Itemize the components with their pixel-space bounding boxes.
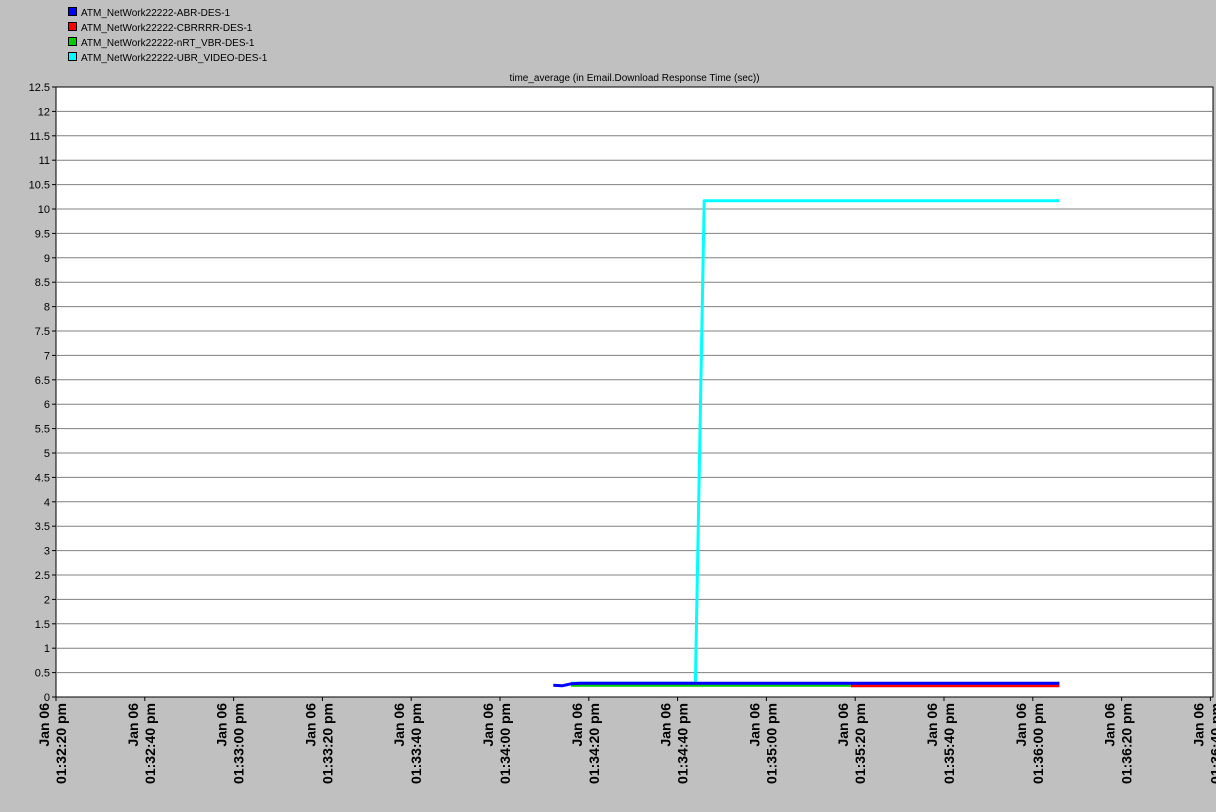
x-tick-label: Jan 06 01:35:20 pm <box>835 703 868 784</box>
x-tick-date: Jan 06 <box>391 703 407 747</box>
x-tick-time: 01:34:20 pm <box>586 703 602 784</box>
y-tick-label: 5.5 <box>35 424 50 436</box>
x-tick-date: Jan 06 <box>36 703 52 747</box>
x-tick-label: Jan 0601:36:40 pm <box>1190 703 1216 784</box>
x-tick-time: 01:35:00 pm <box>763 703 779 784</box>
x-tick-label: Jan 06 01:33:40 pm <box>391 703 424 784</box>
y-tick-label: 4.5 <box>35 472 50 484</box>
x-tick-label: Jan 06 01:34:40 pm <box>658 703 691 784</box>
y-tick-label: 1 <box>44 643 50 655</box>
y-tick-label: 3 <box>44 546 50 558</box>
x-tick-date: Jan 06 <box>480 703 496 747</box>
chart-title: time_average (in Email.Download Response… <box>509 73 759 84</box>
y-tick-label: 12.5 <box>29 82 50 94</box>
y-tick-label: 9.5 <box>35 228 50 240</box>
y-tick-label: 10.5 <box>29 180 50 192</box>
y-tick-label: 9 <box>44 253 50 265</box>
x-tick-time: 01:32:40 pm <box>142 703 158 784</box>
y-tick-label: 3.5 <box>35 521 50 533</box>
y-tick-label: 2 <box>44 594 50 606</box>
x-tick-date: Jan 06 <box>1190 703 1206 747</box>
x-tick-date: Jan 06 <box>214 703 230 747</box>
chart: time_average (in Email.Download Response… <box>29 73 1216 784</box>
x-tick-time: 01:35:20 pm <box>852 703 868 784</box>
x-tick-time: 01:35:40 pm <box>941 703 957 784</box>
y-tick-label: 7 <box>44 350 50 362</box>
y-tick-label: 6 <box>44 399 50 411</box>
y-tick-label: 0.5 <box>35 668 50 680</box>
y-tick-label: 12 <box>38 106 50 118</box>
plot-area <box>55 86 1214 698</box>
x-tick-date: Jan 06 <box>658 703 674 747</box>
y-tick-label: 7.5 <box>35 326 50 338</box>
x-tick-date: Jan 06 <box>1013 703 1029 747</box>
x-tick-time: 01:32:20 pm <box>53 703 69 784</box>
y-tick-label: 10 <box>38 204 50 216</box>
y-tick-label: 1.5 <box>35 619 50 631</box>
y-tick-label: 0 <box>44 692 50 704</box>
y-tick-label: 5 <box>44 448 50 460</box>
x-tick-date: Jan 06 <box>125 703 141 747</box>
x-tick-date: Jan 06 <box>835 703 851 747</box>
x-tick-time: 01:34:40 pm <box>675 703 691 784</box>
x-tick-time: 01:34:00 pm <box>497 703 513 784</box>
x-tick-label: Jan 06 01:33:00 pm <box>214 703 247 784</box>
y-tick-label: 11 <box>39 155 50 167</box>
x-tick-date: Jan 06 <box>746 703 762 747</box>
x-tick-label: Jan 06 01:36:00 pm <box>1013 703 1046 784</box>
x-tick-label: Jan 06 01:34:00 pm <box>480 703 513 784</box>
x-tick-date: Jan 06 <box>1102 703 1118 747</box>
x-tick-label: Jan 06 01:32:20 pm <box>36 703 69 784</box>
x-tick-date: Jan 06 <box>569 703 585 747</box>
x-tick-label: Jan 06 01:36:20 pm <box>1102 703 1135 784</box>
x-tick-time: 01:33:00 pm <box>231 703 247 784</box>
x-tick-time: 01:33:40 pm <box>408 703 424 784</box>
x-tick-time: 01:36:00 pm <box>1030 703 1046 784</box>
x-tick-label: Jan 06 01:33:20 pm <box>302 703 335 784</box>
x-tick-time: 01:36:40 pm <box>1207 703 1216 784</box>
x-tick-date: Jan 06 <box>302 703 318 747</box>
x-axis: Jan 06 01:32:20 pm Jan 06 01:32:40 pm Jan 06… <box>36 697 1216 784</box>
x-tick-label: Jan 06 01:34:20 pm <box>569 703 602 784</box>
x-tick-label: Jan 06 01:32:40 pm <box>125 703 158 784</box>
y-tick-label: 6.5 <box>35 375 50 387</box>
y-tick-label: 8 <box>44 302 50 314</box>
x-tick-time: 01:33:20 pm <box>319 703 335 784</box>
y-tick-label: 11.5 <box>29 131 50 143</box>
x-tick-date: Jan 06 <box>924 703 940 747</box>
y-tick-label: 4 <box>44 497 50 509</box>
x-tick-label: Jan 06 01:35:00 pm <box>746 703 779 784</box>
x-tick-time: 01:36:20 pm <box>1119 703 1135 784</box>
y-axis: 00.511.522.533.544.555.566.577.588.599.5… <box>29 82 56 704</box>
y-tick-label: 2.5 <box>35 570 50 582</box>
x-tick-label: Jan 06 01:35:40 pm <box>924 703 957 784</box>
y-tick-label: 8.5 <box>35 277 50 289</box>
